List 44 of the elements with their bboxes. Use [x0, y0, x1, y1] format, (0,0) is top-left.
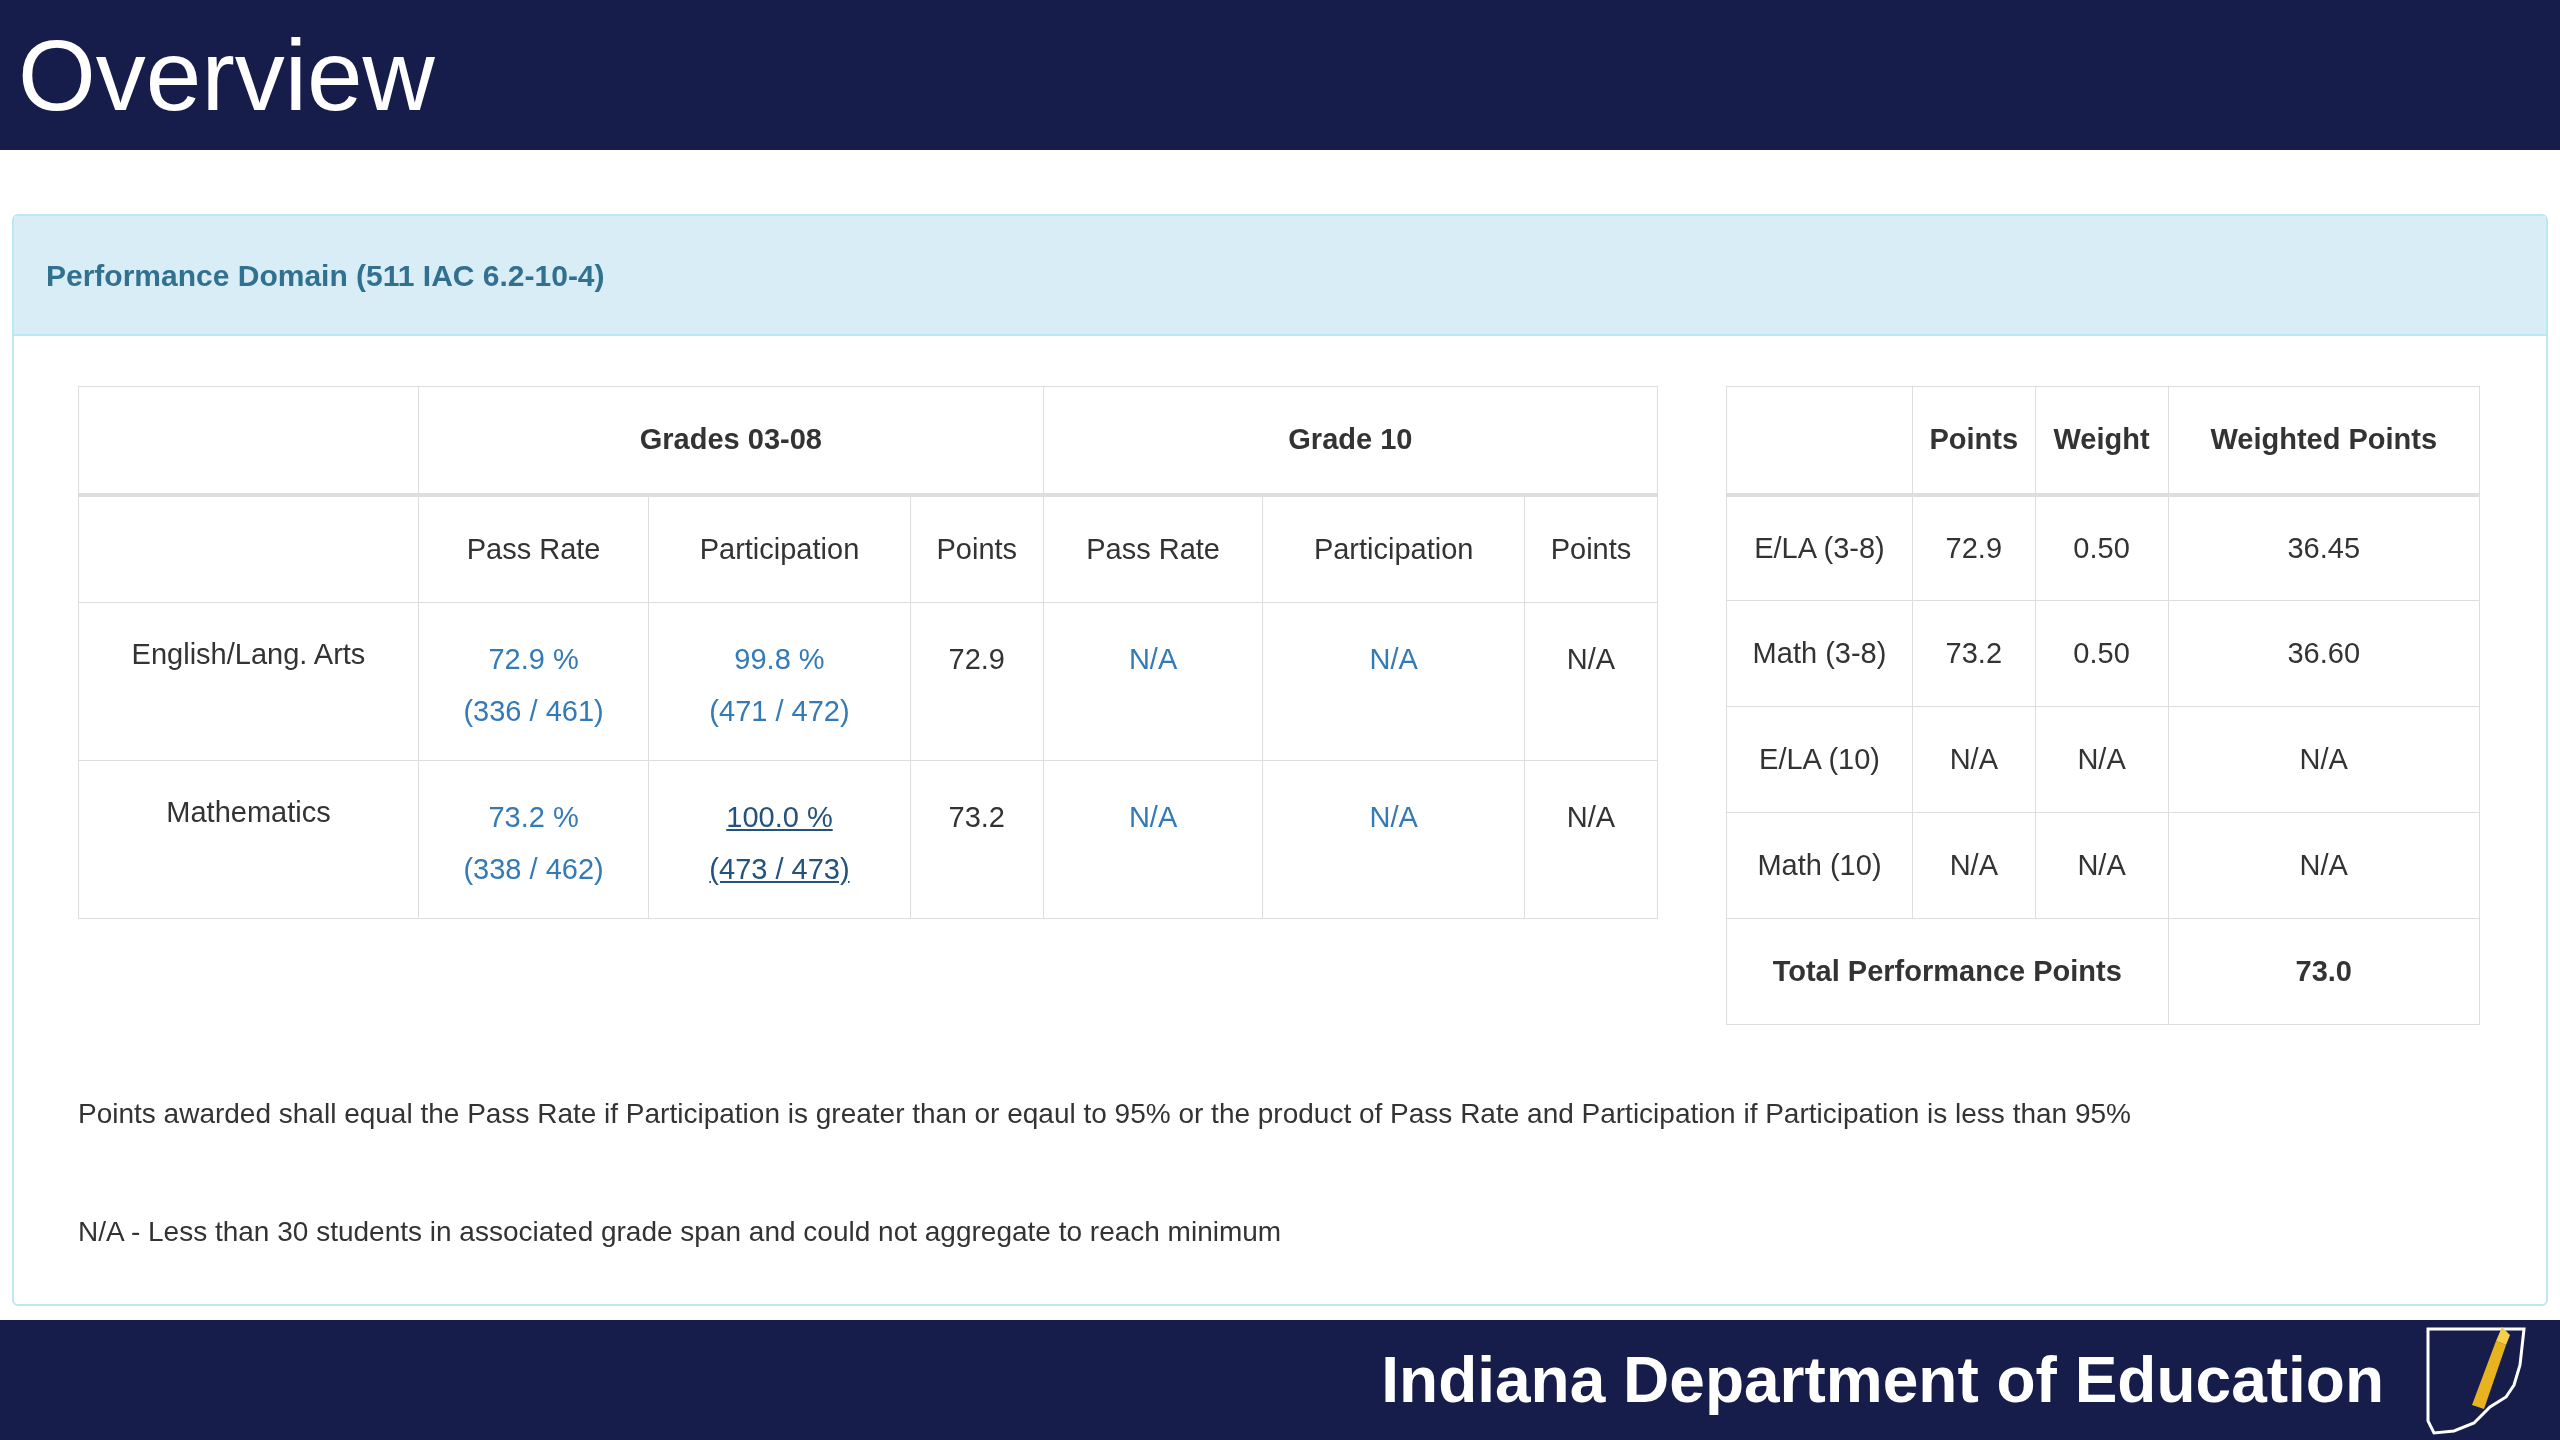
- subject-label: Mathematics: [166, 796, 331, 828]
- table-value: N/A: [1949, 848, 1998, 881]
- column-header: Participation: [1313, 532, 1474, 565]
- row-label: E/LA (10): [1759, 742, 1880, 775]
- table-value: 73.2: [1945, 636, 2003, 669]
- points-value: N/A: [1566, 800, 1616, 835]
- table-value: N/A: [2299, 848, 2348, 881]
- rate-link[interactable]: N/A: [1369, 791, 1418, 843]
- row-label: E/LA (3-8): [1754, 531, 1885, 564]
- panel-title: Performance Domain (511 IAC 6.2-10-4): [46, 257, 605, 294]
- column-header: Points: [1929, 423, 2019, 455]
- rate-link[interactable]: N/A: [1128, 633, 1178, 685]
- total-value: 73.0: [2295, 954, 2352, 987]
- organization-name: Indiana Department of Education: [1381, 1343, 2384, 1418]
- table-value: 0.50: [2073, 531, 2130, 564]
- table-value: 36.60: [2287, 636, 2361, 669]
- rate-link[interactable]: N/A: [1128, 791, 1178, 843]
- group-header: Grades 03-08: [639, 423, 822, 455]
- table-value: N/A: [1949, 742, 1998, 775]
- table-value: 36.45: [2287, 531, 2361, 564]
- column-header: Weighted Points: [2210, 423, 2438, 455]
- column-header: Points: [1550, 532, 1632, 565]
- footnote: N/A - Less than 30 students in associated grade span and could not aggregate to reach minimum: [78, 1215, 1283, 1249]
- group-header: Grade 10: [1288, 423, 1413, 455]
- row-label: Math (10): [1757, 848, 1882, 881]
- column-header: Weight: [2053, 423, 2150, 455]
- rate-link[interactable]: N/A: [1369, 633, 1418, 685]
- slide-title: Overview: [18, 25, 435, 125]
- column-header: Pass Rate: [466, 532, 601, 565]
- column-header: Points: [936, 532, 1018, 565]
- points-value: 72.9: [948, 642, 1005, 677]
- table-value: 0.50: [2073, 636, 2130, 669]
- table-value: N/A: [2077, 848, 2126, 881]
- table-value: 72.9: [1945, 531, 2003, 564]
- subject-label: English/Lang. Arts: [131, 638, 366, 670]
- footnote: Points awarded shall equal the Pass Rate if Participation is greater than or eqaul to 95% or the product of Pass Rate and Participation if Participation is less than 95%: [78, 1097, 2132, 1131]
- total-label: Total Performance Points: [1772, 954, 2122, 987]
- points-value: N/A: [1566, 642, 1616, 677]
- column-header: Pass Rate: [1086, 532, 1220, 565]
- column-header: Participation: [699, 532, 860, 565]
- row-label: Math (3-8): [1752, 636, 1887, 669]
- points-value: 73.2: [948, 800, 1005, 835]
- table-value: N/A: [2299, 742, 2348, 775]
- table-value: N/A: [2077, 742, 2126, 775]
